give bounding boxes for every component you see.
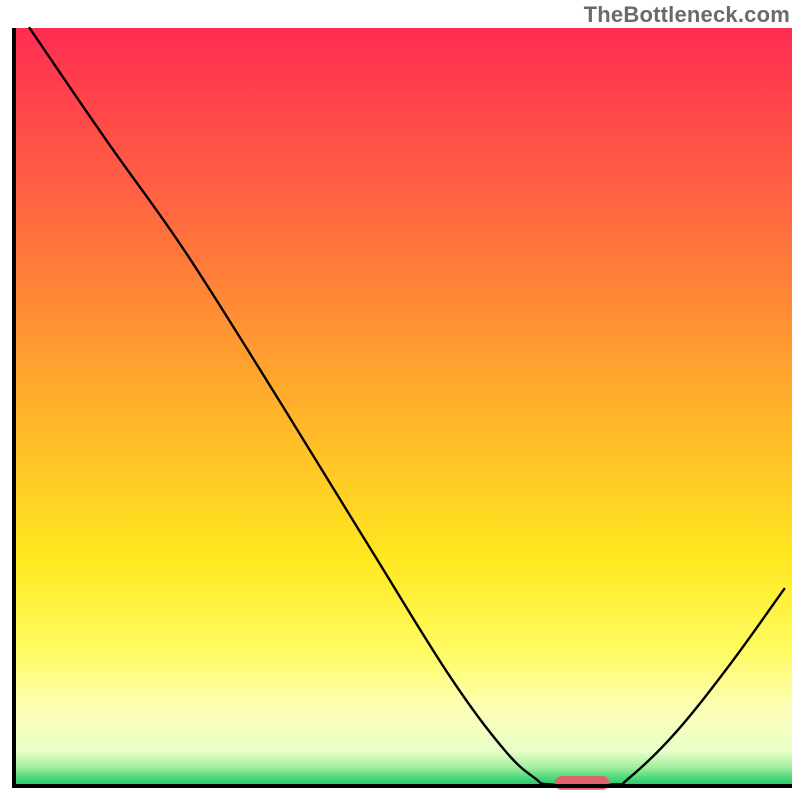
chart-canvas bbox=[0, 0, 800, 800]
plot-background bbox=[14, 28, 792, 786]
bottleneck-chart: TheBottleneck.com bbox=[0, 0, 800, 800]
